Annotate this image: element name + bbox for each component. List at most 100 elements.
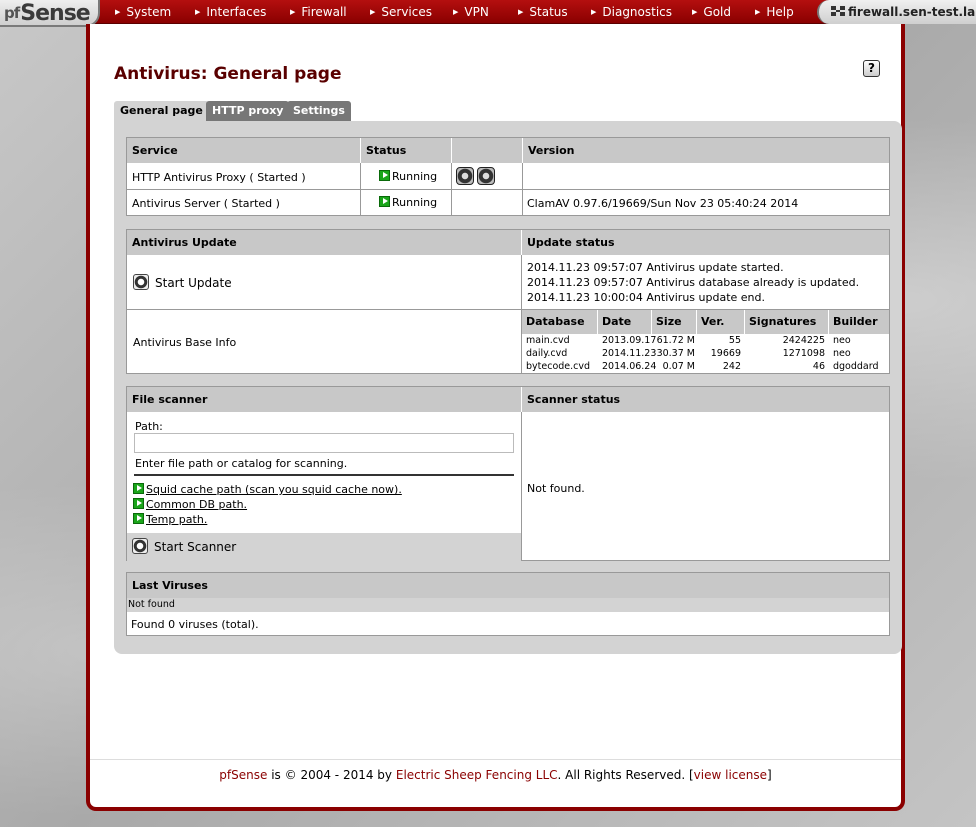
gear-icon — [132, 538, 148, 554]
db-header-signatures: Signatures — [745, 310, 829, 334]
network-icon — [831, 6, 845, 16]
tab-settings[interactable]: Settings — [287, 101, 351, 121]
temp-path-link[interactable]: Temp path. — [133, 513, 207, 526]
menu-vpn[interactable]: ▶ VPN — [453, 0, 489, 24]
update-log-line: 2014.11.23 09:57:07 Antivirus database a… — [527, 276, 860, 289]
path-hint: Enter file path or catalog for scanning. — [135, 457, 348, 470]
tab-http-proxy[interactable]: HTTP proxy — [206, 101, 290, 121]
db-date: 2013.09.17 — [602, 335, 657, 346]
db-ver: 242 — [722, 361, 741, 372]
start-scanner-button[interactable]: Start Scanner — [132, 538, 236, 554]
db-header-builder: Builder — [829, 310, 889, 334]
last-viruses-section: Last Viruses Not found Found 0 viruses (… — [126, 572, 890, 636]
menu-gold[interactable]: ▶ Gold — [692, 0, 731, 24]
footer-years: 2004 - 2014 by — [300, 768, 393, 782]
logo-text: Sense — [20, 1, 90, 26]
arrow-right-icon: ▶ — [692, 8, 698, 16]
footer-close: ] — [767, 768, 772, 782]
view-license-link[interactable]: view license — [694, 768, 767, 782]
restart-service-icon[interactable] — [456, 167, 474, 185]
footer-company[interactable]: Electric Sheep Fencing LLC — [396, 768, 558, 782]
column-divider — [521, 412, 522, 560]
top-navigation-bar: ▶ System ▶ Interfaces ▶ Firewall ▶ Services … — [0, 0, 976, 24]
column-divider — [451, 163, 452, 215]
page-title: Antivirus: General page — [114, 64, 342, 84]
db-date: 2014.06.24 — [602, 361, 657, 372]
arrow-right-icon: ▶ — [290, 8, 296, 16]
arrow-right-icon: ▶ — [591, 8, 597, 16]
db-header-ver: Ver. — [697, 310, 745, 334]
start-update-button[interactable]: Start Update — [133, 274, 232, 290]
virus-summary: Found 0 viruses (total). — [131, 618, 259, 631]
footer-rights: . All Rights Reserved. [ — [557, 768, 694, 782]
not-found-label: Not found — [128, 599, 175, 610]
arrow-right-icon: ▶ — [115, 8, 121, 16]
menu-system[interactable]: ▶ System — [115, 0, 171, 24]
header-last-viruses: Last Viruses — [127, 573, 889, 598]
column-divider — [360, 163, 361, 215]
db-name: main.cvd — [526, 335, 570, 346]
pfsense-logo[interactable]: pfSense — [0, 0, 100, 27]
header-antivirus-update: Antivirus Update — [127, 230, 522, 255]
services-table: Service Status Version HTTP Antivirus Pr… — [126, 137, 890, 216]
footer: pfSense is © 2004 - 2014 by Electric She… — [90, 759, 901, 809]
running-icon — [379, 196, 390, 207]
db-size: 30.37 M — [656, 348, 695, 359]
path-input[interactable] — [134, 433, 514, 453]
row-divider — [127, 309, 522, 310]
menu-status[interactable]: ▶ Status — [518, 0, 568, 24]
service-name: HTTP Antivirus Proxy ( Started ) — [132, 171, 306, 184]
menu-services[interactable]: ▶ Services — [370, 0, 432, 24]
arrow-right-icon: ▶ — [453, 8, 459, 16]
service-status: Running — [379, 170, 437, 183]
file-scanner-section: File scanner Scanner status Path: Enter … — [126, 386, 890, 561]
db-name: daily.cvd — [526, 348, 568, 359]
db-signatures: 46 — [812, 361, 825, 372]
scanner-status-text: Not found. — [527, 482, 585, 495]
db-signatures: 2424225 — [782, 335, 825, 346]
running-icon — [379, 170, 390, 181]
db-size: 0.07 M — [662, 361, 695, 372]
update-log-line: 2014.11.23 10:00:04 Antivirus update end… — [527, 291, 766, 304]
db-ver: 19669 — [710, 348, 741, 359]
menu-interfaces[interactable]: ▶ Interfaces — [195, 0, 266, 24]
footer-text: is © — [271, 768, 297, 782]
db-builder: neo — [833, 335, 851, 346]
footer-brand: pfSense — [219, 768, 268, 782]
db-name: bytecode.cvd — [526, 361, 591, 372]
menu-firewall[interactable]: ▶ Firewall — [290, 0, 347, 24]
not-found-bar — [127, 598, 889, 612]
help-icon[interactable]: ? — [863, 60, 880, 77]
gear-icon — [133, 274, 149, 290]
menu-diagnostics[interactable]: ▶ Diagnostics — [591, 0, 672, 24]
db-ver: 55 — [728, 335, 741, 346]
update-section: Antivirus Update Update status Start Upd… — [126, 229, 890, 374]
tab-general-page[interactable]: General page — [114, 101, 209, 121]
divider — [134, 474, 514, 476]
logo-prefix: pf — [4, 4, 20, 22]
service-status: Running — [379, 196, 437, 209]
header-scanner-status: Scanner status — [522, 387, 889, 412]
tab-panel: Service Status Version HTTP Antivirus Pr… — [114, 121, 902, 654]
stop-service-icon[interactable] — [477, 167, 495, 185]
menu-help[interactable]: ▶ Help — [755, 0, 794, 24]
header-file-scanner: File scanner — [127, 387, 522, 412]
service-version: ClamAV 0.97.6/19669/Sun Nov 23 05:40:24 … — [527, 197, 799, 210]
header-service: Service — [127, 138, 361, 163]
common-db-path-link[interactable]: Common DB path. — [133, 498, 247, 511]
row-divider — [127, 189, 889, 190]
db-header-database: Database — [522, 310, 598, 334]
arrow-right-icon: ▶ — [370, 8, 376, 16]
db-builder: dgoddard — [833, 361, 879, 372]
db-header-date: Date — [598, 310, 652, 334]
service-name: Antivirus Server ( Started ) — [132, 197, 280, 210]
db-signatures: 1271098 — [782, 348, 825, 359]
hostname-display: firewall.sen-test.lan — [817, 0, 976, 24]
arrow-right-icon: ▶ — [518, 8, 524, 16]
db-size: 61.72 M — [656, 335, 695, 346]
play-icon — [133, 513, 144, 524]
squid-cache-path-link[interactable]: Squid cache path (scan you squid cache n… — [133, 483, 402, 496]
antivirus-base-info-label: Antivirus Base Info — [133, 336, 237, 349]
arrow-right-icon: ▶ — [195, 8, 201, 16]
header-status: Status — [361, 138, 452, 163]
